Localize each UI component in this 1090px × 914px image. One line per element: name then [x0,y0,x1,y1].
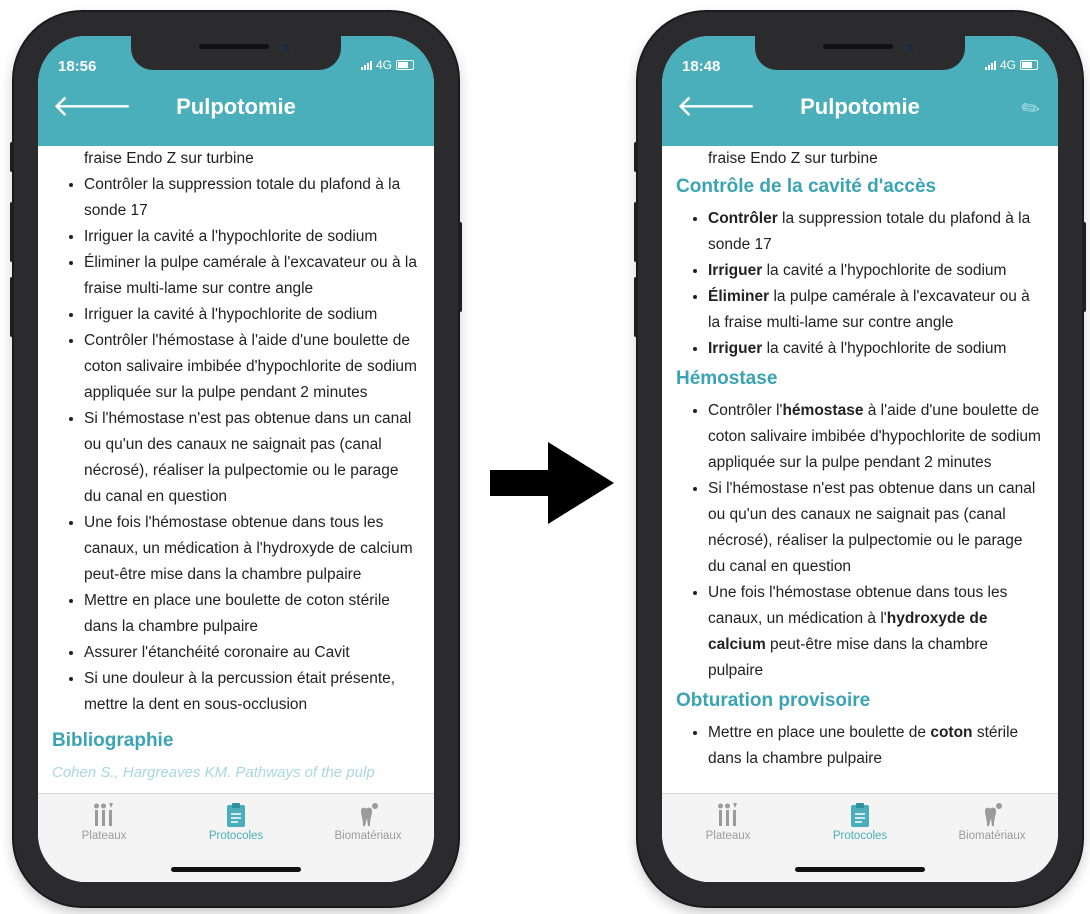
step-text: Mettre en place une boulette de [708,724,931,741]
tooth-icon [985,803,1002,826]
list-item: Mettre en place une boulette de coton st… [84,588,420,640]
bold-term: Contrôler [708,210,778,227]
tab-biomateriaux[interactable]: Biomatériaux [932,802,1052,842]
list-item: Contrôler l'hémostase à l'aide d'une bou… [84,328,420,406]
page-title: Pulpotomie [800,94,920,119]
list-item: Irriguer la cavité a l'hypochlorite de s… [708,258,1044,284]
bold-term: hémostase [782,402,864,419]
protocol-step-list: Contrôler l'hémostase à l'aide d'une bou… [662,398,1058,684]
tab-label: Biomatériaux [958,830,1026,842]
home-indicator[interactable] [795,867,925,872]
bold-term: Irriguer [708,262,763,279]
section-heading: Contrôle de la cavité d'accès [676,176,937,197]
status-time: 18:56 [58,58,97,75]
signal-icon [360,60,372,70]
list-item: Irriguer la cavité à l'hypochlorite de s… [708,336,1044,362]
step-text: Contrôler l' [708,402,783,419]
home-indicator[interactable] [171,867,301,872]
tab-bar: Plateaux Protocoles Biomatériaux [662,793,1058,882]
section-heading: Hémostase [676,368,778,389]
signal-icon [984,60,996,70]
list-item: Une fois l'hémostase obtenue dans tous l… [84,510,420,588]
tab-plateaux[interactable]: Plateaux [44,802,164,842]
tab-label: Protocoles [832,830,888,842]
tab-label: Plateaux [81,830,127,842]
tools-icon [718,803,737,826]
notch [755,36,965,70]
bibliography-heading: Bibliographie [52,730,174,751]
right-arrow-icon [490,442,614,524]
bibliography-entry[interactable]: Cohen S., Hargreaves KM. Pathways of the… [52,760,434,786]
page-title: Pulpotomie [176,94,296,119]
phone-screen: 18:56 4G 🡐 Pulpotomie fraise Endo Z sur … [38,36,434,882]
list-item: Une fois l'hémostase obtenue dans tous l… [708,580,1044,684]
bold-term: Éliminer [708,288,770,305]
list-item: Si une douleur à la percussion était pré… [84,666,420,718]
phone-screen: 18:48 4G 🡐 Pulpotomie ✎ fraise Endo Z su… [662,36,1058,882]
phone-after: 18:48 4G 🡐 Pulpotomie ✎ fraise Endo Z su… [634,12,1086,906]
tab-label: Biomatériaux [334,830,402,842]
list-item: Contrôler la suppression totale du plafo… [84,172,420,224]
bold-term: coton [930,724,973,741]
list-item: Irriguer la cavité à l'hypochlorite de s… [84,302,420,328]
protocol-step-list: Contrôler la suppression totale du plafo… [662,206,1058,362]
list-item: Mettre en place une boulette de coton st… [708,720,1044,772]
header-bar: 18:56 4G 🡐 Pulpotomie [38,36,434,146]
protocol-step-list: Contrôler la suppression totale du plafo… [38,172,434,718]
tab-label: Plateaux [705,830,751,842]
tools-icon [94,803,113,826]
list-item: Si l'hémostase n'est pas obtenue dans un… [84,406,420,510]
step-text: la cavité a l'hypochlorite de sodium [762,262,1007,279]
tooth-icon [361,803,378,826]
protocol-content[interactable]: fraise Endo Z sur turbine Contrôle de la… [662,146,1058,794]
protocol-content[interactable]: fraise Endo Z sur turbine Contrôler la s… [38,146,434,794]
network-label: 4G [375,58,392,72]
protocol-step-list: Mettre en place une boulette de coton st… [662,720,1058,772]
tab-label: Protocoles [208,830,264,842]
list-item: Irriguer la cavité a l'hypochlorite de s… [84,224,420,250]
section-heading: Obturation provisoire [676,690,871,711]
clipboard-icon [851,803,869,827]
list-item: Si l'hémostase n'est pas obtenue dans un… [708,476,1044,580]
bold-term: Irriguer [708,340,763,357]
notch [131,36,341,70]
list-item-fragment: fraise Endo Z sur turbine [708,150,878,167]
header-bar: 18:48 4G 🡐 Pulpotomie ✎ [662,36,1058,146]
list-item: Contrôler la suppression totale du plafo… [708,206,1044,258]
list-item: Éliminer la pulpe camérale à l'excavateu… [84,250,420,302]
list-item: Éliminer la pulpe camérale à l'excavateu… [708,284,1044,336]
network-label: 4G [999,58,1016,72]
step-text: la cavité à l'hypochlorite de sodium [762,340,1007,357]
battery-icon [1020,60,1038,70]
status-time: 18:48 [682,58,721,75]
tab-bar: Plateaux Protocoles Biomatériaux [38,793,434,882]
tab-protocoles[interactable]: Protocoles [176,802,296,842]
tab-protocoles[interactable]: Protocoles [800,802,920,842]
battery-icon [396,60,414,70]
tab-plateaux[interactable]: Plateaux [668,802,788,842]
list-item-fragment: fraise Endo Z sur turbine [84,150,254,167]
phone-before: 18:56 4G 🡐 Pulpotomie fraise Endo Z sur … [10,12,462,906]
list-item: Assurer l'étanchéité coronaire au Cavit [84,640,420,666]
list-item: Contrôler l'hémostase à l'aide d'une bou… [708,398,1044,476]
clipboard-icon [227,803,245,827]
tab-biomateriaux[interactable]: Biomatériaux [308,802,428,842]
